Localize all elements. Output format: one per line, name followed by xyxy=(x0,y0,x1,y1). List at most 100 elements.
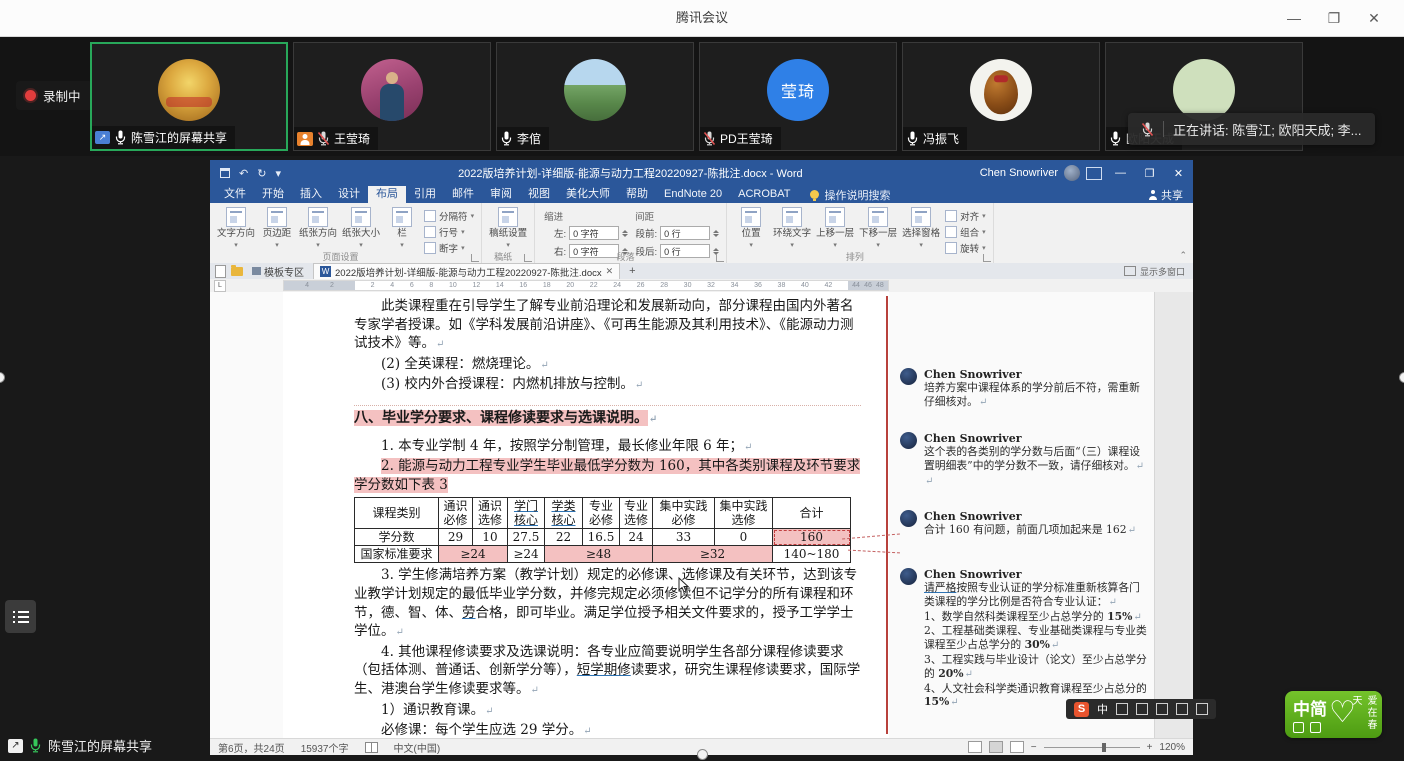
ribbon-button-label: 稿纸设置 xyxy=(489,229,527,239)
ribbon-tab-引用[interactable]: 引用 xyxy=(406,186,444,203)
ribbon-button-纸张方向[interactable]: 纸张方向▾ xyxy=(299,207,337,251)
open-folder-icon[interactable] xyxy=(231,267,243,276)
spin-field-input[interactable]: 0 行 xyxy=(660,226,710,240)
review-comment[interactable]: Chen Snowriver合计 160 有问题，前面几项加起来是 162↵ xyxy=(900,510,1150,538)
active-document-tab[interactable]: W 2022版培养计划-详细版-能源与动力工程20220927-陈批注.docx… xyxy=(313,263,620,279)
sogou-input-toolbar[interactable]: S 中 xyxy=(1066,699,1216,719)
template-zone-tab[interactable]: 模板专区 xyxy=(248,264,308,279)
word-minimize-icon[interactable]: — xyxy=(1106,160,1135,186)
close-tab-icon[interactable]: ✕ xyxy=(606,266,614,277)
voice-input-icon[interactable] xyxy=(1136,703,1148,715)
sogou-logo-icon[interactable]: S xyxy=(1074,702,1089,717)
participant-tile[interactable]: 李倌 xyxy=(496,42,694,151)
ruler-number: 34 xyxy=(731,282,739,289)
ribbon-button-行号[interactable]: 行号▾ xyxy=(424,225,474,239)
ribbon-button-栏[interactable]: 栏▾ xyxy=(385,207,419,251)
zoom-out-icon[interactable]: − xyxy=(1031,742,1037,753)
ribbon-button-分隔符[interactable]: 分隔符▾ xyxy=(424,209,474,223)
collapse-ribbon-icon[interactable]: ⌃ xyxy=(1179,250,1187,261)
toolbox-icon[interactable] xyxy=(1196,703,1208,715)
word-close-icon[interactable]: ✕ xyxy=(1164,160,1193,186)
ribbon-button-下移一层[interactable]: 下移一层▾ xyxy=(859,207,897,251)
ribbon-tab-EndNote 20[interactable]: EndNote 20 xyxy=(656,186,730,203)
ribbon-tab-设计[interactable]: 设计 xyxy=(330,186,368,203)
ribbon-tab-邮件[interactable]: 邮件 xyxy=(444,186,482,203)
comments-pane: Chen Snowriver培养方案中课程体系的学分前后不符，需重新仔细核对。↵… xyxy=(900,292,1150,738)
participant-tile[interactable]: 莹琦PD王莹琦 xyxy=(699,42,897,151)
ribbon-button-位置[interactable]: 位置▾ xyxy=(734,207,768,251)
dialog-launcher-icon[interactable] xyxy=(716,254,724,262)
review-comment[interactable]: Chen Snowriver这个表的各类别的学分数与后面“（三）课程设置明细表”… xyxy=(900,432,1150,488)
word-count[interactable]: 15937个字 xyxy=(301,740,349,755)
chinese-mode-icon[interactable]: 中 xyxy=(1097,701,1108,717)
skin-icon[interactable] xyxy=(1176,703,1188,715)
show-windows-button[interactable]: 显示多窗口 xyxy=(1124,265,1185,278)
ribbon-tab-视图[interactable]: 视图 xyxy=(520,186,558,203)
participant-tile[interactable]: ↗陈雪江的屏幕共享 xyxy=(90,42,288,151)
ribbon-button-组合[interactable]: 组合▾ xyxy=(945,225,986,239)
zoom-slider-thumb[interactable] xyxy=(1102,743,1106,752)
share-border-handle-left[interactable] xyxy=(0,372,5,383)
ribbon-tab-布局[interactable]: 布局 xyxy=(368,186,406,203)
ribbon-tab-文件[interactable]: 文件 xyxy=(216,186,254,203)
spellcheck-icon[interactable] xyxy=(365,742,378,753)
ribbon-tab-审阅[interactable]: 审阅 xyxy=(482,186,520,203)
recording-indicator[interactable]: 录制中 xyxy=(16,81,93,110)
ribbon-tab-插入[interactable]: 插入 xyxy=(292,186,330,203)
ribbon-button-选择窗格[interactable]: 选择窗格▾ xyxy=(902,207,940,251)
print-layout-icon[interactable] xyxy=(989,741,1003,753)
share-border-handle-bottom[interactable] xyxy=(697,749,708,760)
dialog-launcher-icon[interactable] xyxy=(983,254,991,262)
vertical-scrollbar[interactable] xyxy=(1154,292,1193,738)
member-list-button[interactable] xyxy=(5,600,36,633)
ribbon-button-上移一层[interactable]: 上移一层▾ xyxy=(816,207,854,251)
ribbon-tab-开始[interactable]: 开始 xyxy=(254,186,292,203)
dialog-launcher-icon[interactable] xyxy=(471,254,479,262)
ribbon-display-options-icon[interactable] xyxy=(1086,167,1102,180)
web-layout-icon[interactable] xyxy=(1010,741,1024,753)
spinner-arrows-icon[interactable] xyxy=(713,230,719,237)
tell-me-search[interactable]: 操作说明搜索 xyxy=(810,187,890,203)
share-border-handle-right[interactable] xyxy=(1399,372,1404,383)
new-document-icon[interactable] xyxy=(215,265,226,278)
ribbon-tab-帮助[interactable]: 帮助 xyxy=(618,186,656,203)
ribbon-button-文字方向[interactable]: 文字方向▾ xyxy=(217,207,255,251)
spin-field-input[interactable]: 0 字符 xyxy=(569,226,619,240)
close-icon[interactable]: ✕ xyxy=(1354,10,1394,27)
page-indicator[interactable]: 第6页，共24页 xyxy=(218,740,285,755)
word-share-button[interactable]: 共享 xyxy=(1148,187,1183,203)
ribbon-button-页边距[interactable]: 页边距▾ xyxy=(260,207,294,251)
pen-icon[interactable] xyxy=(1116,703,1128,715)
review-comment[interactable]: Chen Snowriver培养方案中课程体系的学分前后不符，需重新仔细核对。↵ xyxy=(900,368,1150,410)
language-indicator[interactable]: 中文(中国) xyxy=(394,740,441,755)
credit-requirements-table[interactable]: 课程类别通识必修通识选修学门核心学类核心专业必修专业选修集中实践必修集中实践选修… xyxy=(354,497,851,563)
tab-stop-selector[interactable]: L xyxy=(214,280,226,292)
ribbon-button-对齐[interactable]: 对齐▾ xyxy=(945,209,986,223)
word-account[interactable]: Chen Snowriver xyxy=(980,165,1080,181)
participant-tile[interactable]: 冯振飞 xyxy=(902,42,1100,151)
review-comment[interactable]: Chen Snowriver请严格按照专业认证的学分标准重新核算各门类课程的学分… xyxy=(900,568,1150,710)
document-page[interactable]: 此类课程重在引导学生了解专业前沿理论和发展新动向，部分课程由国内外著名专家学者授… xyxy=(283,292,889,738)
ribbon-button-环绕文字[interactable]: 环绕文字▾ xyxy=(773,207,811,251)
ribbon-button-纸张大小[interactable]: 纸张大小▾ xyxy=(342,207,380,251)
new-tab-icon[interactable]: + xyxy=(625,265,639,277)
spinner-arrows-icon[interactable] xyxy=(622,230,628,237)
minimize-icon[interactable]: — xyxy=(1274,10,1314,26)
undo-icon[interactable]: ↶ xyxy=(239,167,248,180)
ribbon-button-稿纸设置[interactable]: 稿纸设置▾ xyxy=(489,207,527,251)
zoom-in-icon[interactable]: + xyxy=(1147,742,1153,753)
save-icon[interactable] xyxy=(220,168,230,178)
keyboard-icon[interactable] xyxy=(1156,703,1168,715)
horizontal-ruler[interactable]: L 42 24681012141618202224262830323436384… xyxy=(210,279,1193,292)
participant-tile[interactable]: 王莹琦 xyxy=(293,42,491,151)
dialog-launcher-icon[interactable] xyxy=(524,254,532,262)
zoom-level[interactable]: 120% xyxy=(1159,742,1185,753)
zoom-slider[interactable] xyxy=(1044,747,1140,748)
redo-icon[interactable]: ↻ xyxy=(257,167,266,180)
restore-icon[interactable]: ❐ xyxy=(1314,10,1354,27)
ribbon-tab-美化大师[interactable]: 美化大师 xyxy=(558,186,618,203)
read-mode-icon[interactable] xyxy=(968,741,982,753)
sogou-skin-badge[interactable]: 中简 ♡ 爱在春天 xyxy=(1285,691,1382,738)
ribbon-tab-ACROBAT[interactable]: ACROBAT xyxy=(730,186,798,203)
word-restore-icon[interactable]: ❐ xyxy=(1135,160,1164,186)
